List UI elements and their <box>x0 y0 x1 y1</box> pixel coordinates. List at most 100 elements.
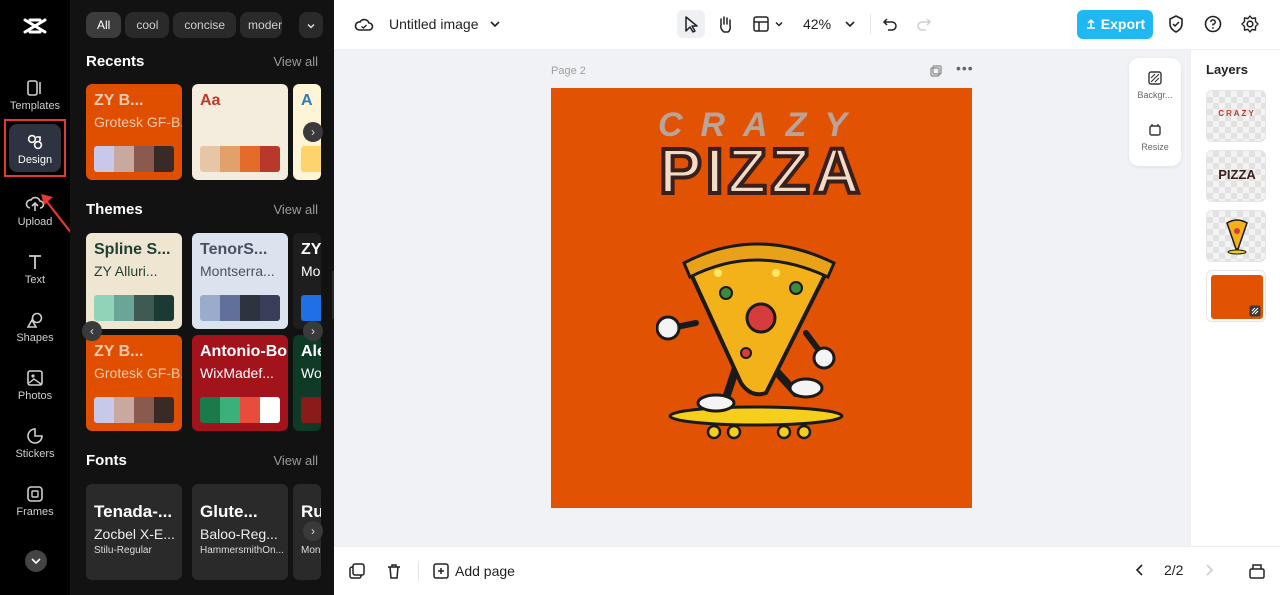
rail-item-frames[interactable]: Frames <box>0 478 70 530</box>
duplicate-icon[interactable] <box>348 562 366 580</box>
canvas-area[interactable]: Page 2 ••• CRAZY PIZZA Backgr... Resize <box>334 50 1190 546</box>
style-card[interactable]: Spline S... ZY Alluri... <box>86 233 182 329</box>
themes-title: Themes <box>86 201 143 218</box>
style-card[interactable]: Antonio-Bold WixMadef... <box>192 335 288 431</box>
style-card[interactable]: ZY B... Grotesk GF-B... <box>86 335 182 431</box>
page-more-icon[interactable]: ••• <box>956 60 974 76</box>
color-swatches <box>94 146 174 172</box>
color-swatches <box>94 295 174 321</box>
hand-icon[interactable] <box>715 14 735 34</box>
themes-prev-button[interactable]: ‹ <box>82 321 102 341</box>
chevron-down-icon[interactable] <box>488 17 502 31</box>
style-card[interactable]: Aa <box>192 84 288 180</box>
fonts-next-button[interactable]: › <box>303 521 323 541</box>
color-swatch <box>134 397 154 423</box>
more-tools-button[interactable] <box>25 550 47 572</box>
style-card-subtitle: WixMadef... <box>200 365 274 381</box>
cloud-sync-icon[interactable] <box>354 15 374 35</box>
style-card-title: Antonio-Bold <box>200 343 288 360</box>
font-card-f1: Glute... <box>200 502 258 521</box>
rail-label: Stickers <box>15 448 55 460</box>
style-card-title: ZY B... <box>94 92 144 109</box>
color-swatch <box>301 397 321 423</box>
cursor-icon <box>685 16 698 33</box>
recents-next-button[interactable]: › <box>303 122 323 142</box>
rail-item-photos[interactable]: Photos <box>0 362 70 414</box>
chip-concise[interactable]: concise <box>173 12 237 38</box>
recents-view-all[interactable]: View all <box>273 54 318 69</box>
themes-view-all[interactable]: View all <box>273 202 318 217</box>
themes-next-button[interactable]: › <box>303 321 323 341</box>
font-card[interactable]: Tenada-... Zocbel X-E... Stilu-Regular <box>86 484 182 580</box>
color-swatches <box>301 146 321 172</box>
style-card[interactable]: ZY Mo <box>293 233 321 329</box>
color-swatch <box>301 146 321 172</box>
document-title[interactable]: Untitled image <box>389 16 479 32</box>
canvas-side-tools: Backgr... Resize <box>1129 58 1181 166</box>
undo-icon[interactable] <box>881 15 899 33</box>
rail-item-design[interactable]: Design <box>4 119 66 177</box>
color-swatch <box>240 295 260 321</box>
style-card-title: ZY <box>301 241 321 258</box>
duplicate-page-icon[interactable] <box>930 65 942 77</box>
page-counter: 2/2 <box>1164 562 1184 578</box>
fonts-view-all[interactable]: View all <box>273 453 318 468</box>
chevron-down-icon <box>31 558 41 565</box>
pages-panel-icon[interactable] <box>1248 562 1266 580</box>
rail-item-stickers[interactable]: Stickers <box>0 420 70 472</box>
chevron-right-icon[interactable] <box>1201 562 1217 578</box>
templates-icon <box>27 80 41 96</box>
chip-modern[interactable]: modern <box>240 12 283 38</box>
chevron-down-icon[interactable] <box>843 17 857 31</box>
layer-item-pizza[interactable]: PIZZA <box>1206 150 1266 202</box>
capcut-logo-icon[interactable] <box>21 12 49 40</box>
background-tool-label: Backgr... <box>1137 90 1173 100</box>
app-root: Templates Design Upload Text Shapes Phot… <box>0 0 1280 595</box>
pizza-skateboard-illustration[interactable] <box>656 233 876 443</box>
layer-thumb-text: CRAZY <box>1218 109 1256 118</box>
layers-panel: Layers CRAZY PIZZA <box>1190 50 1280 546</box>
color-swatches <box>301 397 321 423</box>
pizza-thumbnail-icon <box>1226 219 1248 255</box>
chip-cool[interactable]: cool <box>125 12 170 38</box>
resize-icon <box>1149 124 1161 136</box>
export-button[interactable]: Export <box>1077 10 1153 39</box>
style-card[interactable]: Ale Wo <box>293 335 321 431</box>
chevron-left-icon[interactable] <box>1132 562 1148 578</box>
chip-all[interactable]: All <box>86 12 122 38</box>
gear-icon[interactable] <box>1240 14 1260 34</box>
font-card-f3: Stilu-Regular <box>94 545 152 556</box>
art-title-pizza[interactable]: PIZZA <box>551 133 972 209</box>
resize-tool-label: Resize <box>1141 142 1169 152</box>
select-tool-button[interactable] <box>677 10 705 38</box>
color-swatch <box>114 295 134 321</box>
color-swatch <box>260 295 280 321</box>
help-icon[interactable] <box>1203 14 1223 34</box>
toolbar-divider <box>870 14 871 34</box>
rail-item-shapes[interactable]: Shapes <box>0 304 70 356</box>
background-icon <box>1148 71 1162 85</box>
layer-item-illustration[interactable] <box>1206 210 1266 262</box>
chevron-down-icon[interactable] <box>773 18 785 30</box>
rail-item-text[interactable]: Text <box>0 246 70 298</box>
zoom-level[interactable]: 42% <box>803 16 831 32</box>
redo-icon[interactable] <box>915 15 933 33</box>
artboard[interactable]: CRAZY PIZZA <box>551 88 972 508</box>
chips-more-button[interactable] <box>299 12 323 38</box>
add-page-icon <box>433 563 449 579</box>
trash-icon[interactable] <box>385 562 403 580</box>
style-card[interactable]: TenorS... Montserra... <box>192 233 288 329</box>
font-card[interactable]: Glute... Baloo-Reg... HammersmithOn... <box>192 484 288 580</box>
rail-label: Photos <box>17 390 53 402</box>
background-tool[interactable]: Backgr... <box>1129 70 1181 100</box>
rail-item-templates[interactable]: Templates <box>0 72 70 124</box>
shield-icon[interactable] <box>1166 14 1186 34</box>
frames-icon <box>27 486 43 502</box>
layer-item-crazy[interactable]: CRAZY <box>1206 90 1266 142</box>
style-card[interactable]: ZY B... Grotesk GF-B... <box>86 84 182 180</box>
layout-icon[interactable] <box>751 14 771 34</box>
layer-item-background[interactable] <box>1206 270 1266 322</box>
color-swatch <box>260 397 280 423</box>
resize-tool[interactable]: Resize <box>1129 122 1181 152</box>
color-swatch <box>200 295 220 321</box>
